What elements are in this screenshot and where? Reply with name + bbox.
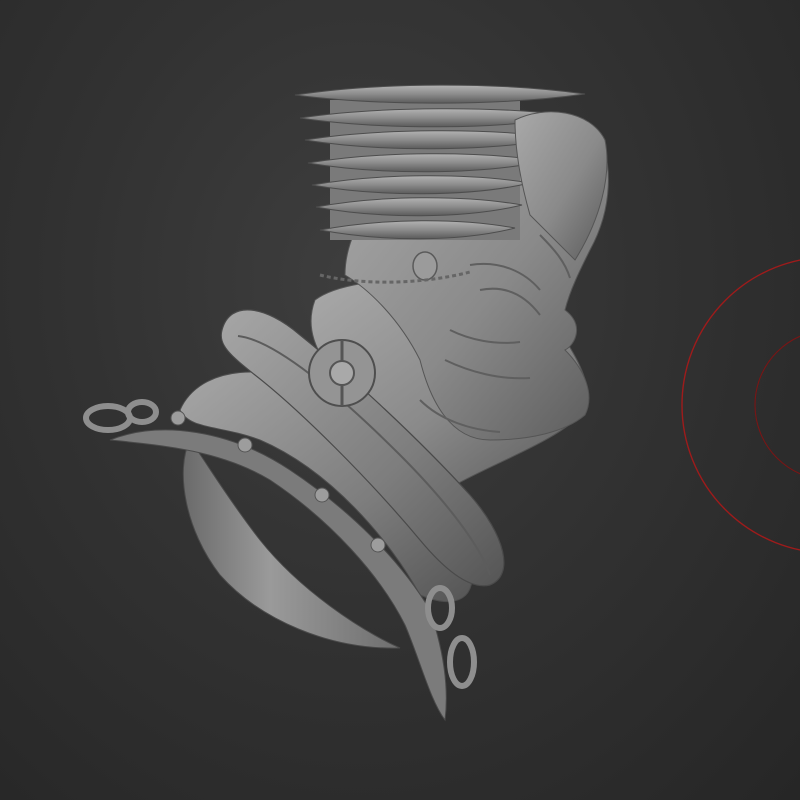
brush-radius-inner-icon xyxy=(754,335,800,475)
brush-cursor[interactable] xyxy=(681,257,800,553)
left-rings xyxy=(83,399,159,433)
brush-radius-outer-icon xyxy=(681,259,800,551)
rivet-icon xyxy=(170,410,186,426)
rivet-icon xyxy=(237,437,253,453)
collar-bolt xyxy=(308,339,376,407)
ring-icon xyxy=(83,403,133,433)
bolt-center-icon xyxy=(329,360,355,386)
ear xyxy=(412,251,438,281)
sculpt-viewport[interactable] xyxy=(0,0,800,800)
ring-icon xyxy=(125,399,159,425)
rivet-icon xyxy=(370,537,386,553)
viewport-canvas[interactable] xyxy=(0,0,800,800)
sculpt-model[interactable] xyxy=(83,84,609,722)
ring-icon xyxy=(447,635,477,689)
rivet-icon xyxy=(314,487,330,503)
